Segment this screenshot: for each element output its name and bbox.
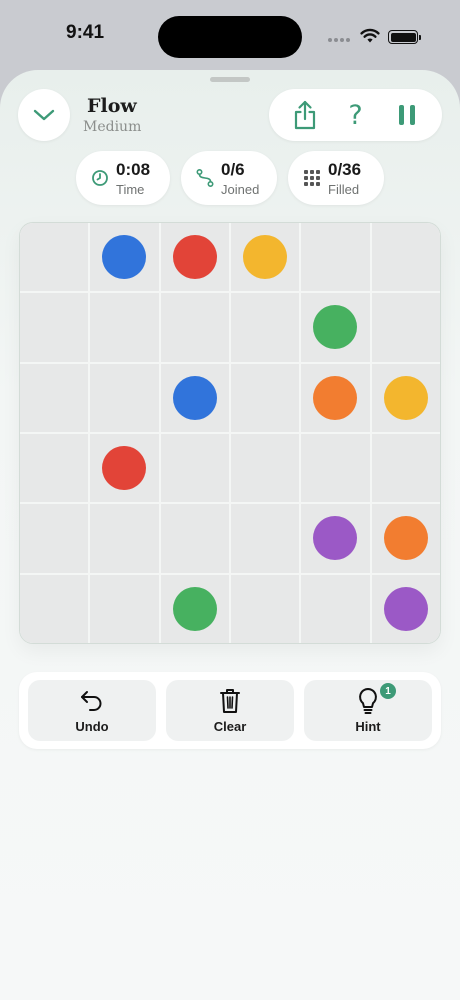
green-dot[interactable]	[172, 586, 217, 631]
battery-icon	[388, 30, 421, 44]
board-cell[interactable]	[371, 574, 440, 643]
board-cell[interactable]	[20, 574, 89, 643]
red-dot[interactable]	[172, 235, 217, 280]
board-cell[interactable]	[20, 293, 89, 362]
help-icon: ?	[348, 99, 363, 131]
board-cell[interactable]	[231, 293, 300, 362]
board-cell[interactable]	[371, 223, 440, 292]
board-cell[interactable]	[231, 363, 300, 432]
lightbulb-icon	[354, 687, 382, 715]
status-bar: 9:41	[0, 0, 460, 72]
board-cell[interactable]	[160, 293, 229, 362]
cellular-signal-icon	[328, 38, 350, 42]
orange-dot[interactable]	[383, 516, 428, 561]
trash-icon	[216, 687, 244, 715]
stat-filled-label: Filled	[328, 182, 360, 197]
help-button[interactable]: ?	[336, 95, 376, 135]
board-cell[interactable]	[90, 504, 159, 573]
undo-icon	[78, 687, 106, 715]
share-icon	[294, 100, 315, 130]
board-cell[interactable]	[90, 293, 159, 362]
stat-joined-value: 0/6	[221, 160, 245, 179]
difficulty-label: Medium	[83, 119, 142, 135]
board-cell[interactable]	[90, 574, 159, 643]
hint-count-badge: 1	[380, 683, 396, 699]
stat-filled-value: 0/36	[328, 160, 362, 179]
board-cell[interactable]	[231, 223, 300, 292]
pause-button[interactable]	[387, 95, 427, 135]
stat-time-value: 0:08	[116, 160, 151, 179]
header-actions: ?	[269, 89, 442, 141]
board-cell[interactable]	[160, 434, 229, 503]
purple-dot[interactable]	[313, 516, 358, 561]
grid-icon	[304, 170, 320, 186]
red-dot[interactable]	[102, 446, 147, 491]
yellow-dot[interactable]	[243, 235, 288, 280]
hint-button[interactable]: Hint 1	[304, 680, 432, 741]
chevron-down-icon	[33, 109, 55, 121]
clock-icon	[92, 170, 108, 186]
board-cell[interactable]	[231, 574, 300, 643]
clear-label: Clear	[213, 719, 247, 734]
collapse-button[interactable]	[18, 89, 70, 141]
board-cell[interactable]	[90, 223, 159, 292]
board-grid[interactable]	[20, 223, 440, 643]
dynamic-island	[158, 16, 302, 58]
orange-dot[interactable]	[313, 375, 358, 420]
hint-label: Hint	[355, 719, 381, 734]
board-cell[interactable]	[160, 223, 229, 292]
share-button[interactable]	[285, 95, 325, 135]
board-cell[interactable]	[231, 504, 300, 573]
game-title: Flow	[87, 95, 137, 117]
purple-dot[interactable]	[383, 586, 428, 631]
board-cell[interactable]	[301, 574, 370, 643]
board-cell[interactable]	[20, 223, 89, 292]
board-cell[interactable]	[301, 504, 370, 573]
undo-button[interactable]: Undo	[28, 680, 156, 741]
game-sheet: Flow Medium ? 0:08 Time 0/6 Joined 0/36 …	[0, 70, 460, 1000]
stat-joined: 0/6 Joined	[181, 151, 277, 205]
stat-filled: 0/36 Filled	[288, 151, 384, 205]
board-cell[interactable]	[90, 434, 159, 503]
controls-bar: Undo Clear Hint 1	[19, 672, 441, 749]
sheet-grabber[interactable]	[210, 77, 250, 82]
undo-label: Undo	[75, 719, 109, 734]
stat-time-label: Time	[116, 182, 145, 197]
board-cell[interactable]	[301, 223, 370, 292]
blue-dot[interactable]	[172, 375, 217, 420]
board-cell[interactable]	[20, 363, 89, 432]
path-icon	[196, 168, 214, 188]
wifi-icon	[360, 28, 380, 43]
stat-joined-label: Joined	[221, 182, 260, 197]
board-cell[interactable]	[371, 293, 440, 362]
yellow-dot[interactable]	[383, 375, 428, 420]
board-cell[interactable]	[90, 363, 159, 432]
board-cell[interactable]	[160, 574, 229, 643]
board-cell[interactable]	[371, 434, 440, 503]
board-cell[interactable]	[301, 293, 370, 362]
board-cell[interactable]	[160, 363, 229, 432]
board-cell[interactable]	[20, 504, 89, 573]
board-cell[interactable]	[231, 434, 300, 503]
green-dot[interactable]	[313, 305, 358, 350]
status-time: 9:41	[66, 22, 105, 43]
game-board[interactable]	[19, 222, 441, 644]
board-cell[interactable]	[301, 434, 370, 503]
pause-icon	[398, 105, 415, 125]
board-cell[interactable]	[160, 504, 229, 573]
board-cell[interactable]	[301, 363, 370, 432]
board-cell[interactable]	[371, 504, 440, 573]
blue-dot[interactable]	[102, 235, 147, 280]
board-cell[interactable]	[371, 363, 440, 432]
clear-button[interactable]: Clear	[166, 680, 294, 741]
stat-time: 0:08 Time	[76, 151, 170, 205]
board-cell[interactable]	[20, 434, 89, 503]
